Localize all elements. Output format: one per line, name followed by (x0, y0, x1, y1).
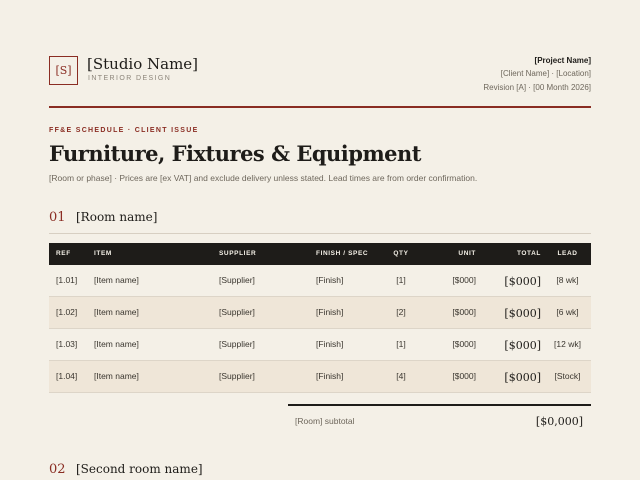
subtotal-label: [Room] subtotal (295, 416, 355, 426)
document-eyebrow: FF&E SCHEDULE · CLIENT ISSUE (49, 127, 199, 134)
section-number: 02 (49, 462, 66, 477)
project-info: [Project Name] [Client Name] · [Location… (483, 55, 591, 95)
ffe-table: REF ITEM SUPPLIER FINISH / SPEC QTY UNIT… (49, 243, 591, 393)
cell-finish: [Finish] (316, 371, 344, 381)
cell-qty: [2] (396, 307, 406, 317)
studio-name: [Studio Name] (87, 55, 199, 73)
table-row: [1.01] [Item name] [Supplier] [Finish] [… (49, 265, 591, 297)
section-heading: 01 [Room name] (49, 208, 157, 226)
project-revision: Revision [A] · [00 Month 2026] (483, 83, 591, 92)
table-row: [1.04] [Item name] [Supplier] [Finish] [… (49, 361, 591, 393)
column-header-supplier: SUPPLIER (219, 250, 257, 257)
cell-item: [Item name] (94, 307, 139, 317)
cell-unit: [$000] (452, 275, 476, 285)
cell-total: [$000] (504, 307, 541, 320)
subtotal-divider (288, 404, 591, 406)
cell-item: [Item name] (94, 371, 139, 381)
section-name: [Room name] (76, 210, 158, 224)
header-divider (49, 106, 591, 108)
cell-finish: [Finish] (316, 339, 344, 349)
cell-lead: [12 wk] (554, 339, 581, 349)
column-header-lead: LEAD (557, 250, 578, 257)
cell-supplier: [Supplier] (219, 371, 255, 381)
cell-unit: [$000] (452, 307, 476, 317)
cell-qty: [4] (396, 371, 406, 381)
cell-lead: [6 wk] (556, 307, 579, 317)
cell-supplier: [Supplier] (219, 275, 255, 285)
cell-lead: [Stock] (554, 371, 581, 381)
cell-qty: [1] (396, 275, 406, 285)
cell-lead: [8 wk] (556, 275, 579, 285)
document-intro: [Room or phase] · Prices are [ex VAT] an… (49, 173, 478, 183)
studio-logo-initial: [S] (55, 64, 72, 77)
section-name: [Second room name] (76, 462, 203, 476)
section-divider (49, 233, 591, 234)
cell-unit: [$000] (452, 371, 476, 381)
table-header: REF ITEM SUPPLIER FINISH / SPEC QTY UNIT… (49, 243, 591, 265)
document-title: Furniture, Fixtures & Equipment (49, 141, 422, 166)
subtotal-value: [$0,000] (535, 415, 583, 428)
section-number: 01 (49, 210, 66, 225)
cell-item: [Item name] (94, 275, 139, 285)
cell-ref: [1.04] (56, 371, 78, 381)
cell-finish: [Finish] (316, 307, 344, 317)
section-heading: 02 [Second room name] (49, 460, 203, 478)
studio-logo: [S] (49, 56, 78, 85)
studio-subtitle: INTERIOR DESIGN (88, 75, 172, 82)
project-name: [Project Name] (534, 56, 591, 65)
cell-total: [$000] (504, 275, 541, 288)
cell-supplier: [Supplier] (219, 307, 255, 317)
column-header-finish: FINISH / SPEC (316, 250, 369, 257)
cell-ref: [1.02] (56, 307, 78, 317)
column-header-item: ITEM (94, 250, 112, 257)
column-header-total: TOTAL (516, 250, 541, 257)
cell-total: [$000] (504, 339, 541, 352)
cell-supplier: [Supplier] (219, 339, 255, 349)
cell-unit: [$000] (452, 339, 476, 349)
table-row: [1.03] [Item name] [Supplier] [Finish] [… (49, 329, 591, 361)
column-header-unit: UNIT (458, 250, 476, 257)
project-client-location: [Client Name] · [Location] (500, 69, 591, 78)
cell-item: [Item name] (94, 339, 139, 349)
cell-qty: [1] (396, 339, 406, 349)
column-header-qty: QTY (393, 250, 409, 257)
cell-ref: [1.03] (56, 339, 78, 349)
cell-ref: [1.01] (56, 275, 78, 285)
document-header: [S] [Studio Name] INTERIOR DESIGN [Proje… (49, 54, 591, 96)
table-row: [1.02] [Item name] [Supplier] [Finish] [… (49, 297, 591, 329)
column-header-ref: REF (56, 250, 71, 257)
cell-total: [$000] (504, 371, 541, 384)
cell-finish: [Finish] (316, 275, 344, 285)
